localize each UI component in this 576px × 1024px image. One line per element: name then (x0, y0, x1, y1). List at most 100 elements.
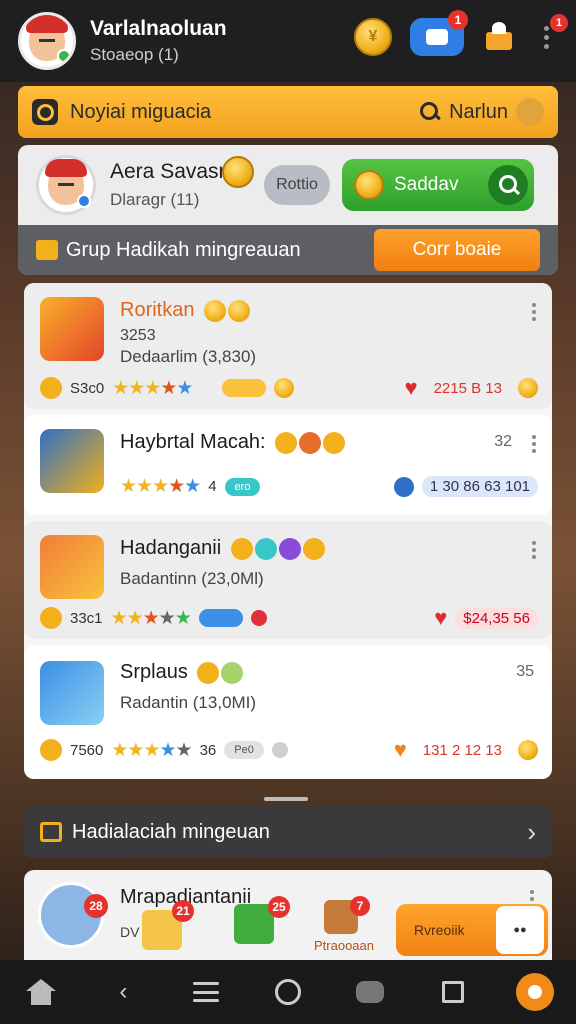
saddav-label: Saddav (394, 174, 459, 195)
gift-badge: 25 (268, 896, 290, 918)
list-item[interactable]: Srplaus 35 Radantin (13,0MI) 7560 ★★★★★ … (24, 645, 552, 779)
rating-stars-icon: ★★★★★ (120, 476, 201, 497)
item-stats: ★★★★★ 4 ero 1 30 86 63 101 (120, 475, 538, 498)
bottom-nav: ‹ (0, 960, 576, 1024)
item-left-num: 7560 (70, 741, 104, 759)
more-menu-icon[interactable]: 1 (534, 14, 568, 54)
item-title: Srplaus (120, 661, 244, 684)
heart-icon[interactable]: ♥ (405, 375, 418, 401)
profile-card: Aera Savasra Dlaragr (11) Rottio Saddav … (18, 145, 558, 275)
rating-stars-icon: ★★★★★ (112, 377, 193, 399)
gift-thumbnail-icon (40, 297, 104, 361)
key-thumbnail-icon (40, 429, 104, 493)
reward-list: Roritkan 3253 Dedaarlim (3,830) S3c0 ★★★… (24, 283, 552, 779)
promo-sub: DV (120, 924, 140, 940)
top-user-info: Varlalnaoluan Stoaeop (1) (90, 17, 227, 65)
item-subtitle: Dedaarlim (3,830) (120, 347, 257, 366)
rating-stars-icon: ★★★★★ (110, 607, 192, 629)
magnifier-icon[interactable] (419, 101, 441, 123)
saddav-button[interactable]: Saddav (342, 159, 534, 211)
promo-card: 28 Mrapadiantanii DV 21 25 7 Ptraooaan R… (24, 870, 552, 960)
weekly-reward-bar[interactable]: Hadialaciah mingeuan › (24, 806, 552, 858)
check-icon (40, 607, 62, 629)
item-left-num: 33c1 (70, 609, 103, 627)
list-item[interactable]: Roritkan 3253 Dedaarlim (3,830) S3c0 ★★★… (24, 283, 552, 409)
profile-nav[interactable] (515, 972, 555, 1012)
back-icon[interactable]: ‹ (103, 972, 143, 1012)
circle-icon (274, 979, 301, 1005)
group-bar: Grup Hadikah mingreauan Corr boaie (18, 225, 558, 275)
search-input[interactable]: Noyiai miguacia (70, 101, 419, 124)
item-value: 2215 B 13 (433, 379, 502, 397)
menu-icon (192, 982, 219, 1002)
profile-icon (515, 973, 554, 1011)
group-action-button[interactable]: Corr boaie (374, 229, 540, 271)
heart-icon[interactable]: ♥ (434, 605, 447, 631)
shield-icon (393, 476, 414, 497)
chat-button[interactable]: 1 (410, 10, 468, 56)
character-thumbnail-icon (40, 535, 104, 599)
green-search-icon[interactable] (488, 165, 528, 205)
gift-icon[interactable] (482, 20, 516, 54)
profile-sub: Dlaragr (11) (110, 190, 200, 209)
square-icon (441, 981, 464, 1003)
top-user-status: Stoaeop (1) (90, 45, 179, 64)
search-icon (32, 99, 58, 125)
top-bar: Varlalnaoluan Stoaeop (1) ¥ 1 1 (0, 0, 576, 82)
item-right-num: 35 (516, 663, 534, 680)
item-subtitle: Radantin (13,0MI) (120, 693, 257, 712)
weekly-label: Hadialaciah mingeuan (72, 820, 270, 843)
coin-icon[interactable]: ¥ (354, 18, 392, 56)
promo-badge: 28 (84, 894, 108, 918)
item-count: 3253 (120, 327, 156, 344)
checkbox-icon (40, 822, 62, 842)
small-coin-icon (274, 378, 295, 398)
check-icon (40, 739, 62, 761)
item-title: Hadanganii (120, 537, 325, 560)
gift-badge: 7 (350, 896, 370, 916)
heart-icon[interactable]: ♥ (394, 737, 407, 763)
verified-icon (77, 194, 91, 208)
home-nav[interactable] (21, 972, 61, 1012)
search-right: Narlun (419, 98, 544, 126)
chevron-right-icon: › (527, 816, 536, 847)
menu-nav[interactable] (186, 972, 226, 1012)
profile-avatar[interactable] (36, 155, 96, 215)
recents-button[interactable] (433, 972, 473, 1012)
home-button[interactable] (268, 972, 308, 1012)
chat-badge: 1 (448, 10, 468, 30)
top-icons: ¥ 1 1 (354, 10, 568, 56)
list-item[interactable]: Hadanganii Badantinn (23,0Ml) 33c1 ★★★★★… (24, 521, 552, 639)
item-tag: ero (224, 477, 261, 496)
user-icon[interactable] (516, 98, 544, 126)
item-title: Roritkan (120, 299, 251, 322)
boy-thumbnail-icon (40, 661, 104, 725)
check-icon (40, 377, 62, 399)
promo-button[interactable]: Rvreoiik ●● (396, 904, 548, 956)
item-tag: Pe0 (224, 741, 264, 759)
item-stats: 7560 ★★★★★ 36 Pe0 ♥ 131 2 12 13 (40, 737, 538, 763)
list-item[interactable]: Haybrtal Macah: 32 ★★★★★ 4 ero 1 30 86 6… (24, 415, 552, 515)
item-value: 131 2 12 13 (422, 741, 502, 759)
home-icon (26, 979, 57, 1005)
profile-coin-icon (222, 156, 254, 188)
user-avatar[interactable] (18, 12, 76, 70)
stars-count: 36 (199, 741, 217, 759)
item-menu-icon[interactable] (532, 541, 536, 559)
item-value: $24,35 56 (455, 607, 538, 629)
game-nav[interactable] (350, 972, 390, 1012)
item-right-num: 32 (494, 433, 512, 450)
item-title: Haybrtal Macah: (120, 431, 346, 454)
drag-handle[interactable] (264, 797, 308, 801)
gamepad-icon (356, 981, 385, 1003)
search-bar[interactable]: Noyiai miguacia Narlun (18, 86, 558, 138)
rottio-button[interactable]: Rottio (264, 165, 330, 205)
item-menu-icon[interactable] (532, 303, 536, 321)
item-menu-icon[interactable] (532, 435, 536, 453)
top-user-name: Varlalnaoluan (90, 17, 227, 40)
menu-badge: 1 (550, 14, 568, 32)
online-status-icon (57, 49, 71, 63)
green-coin-icon (354, 170, 384, 200)
user-icon[interactable]: ●● (496, 906, 544, 954)
item-value: 1 30 86 63 101 (421, 476, 538, 497)
